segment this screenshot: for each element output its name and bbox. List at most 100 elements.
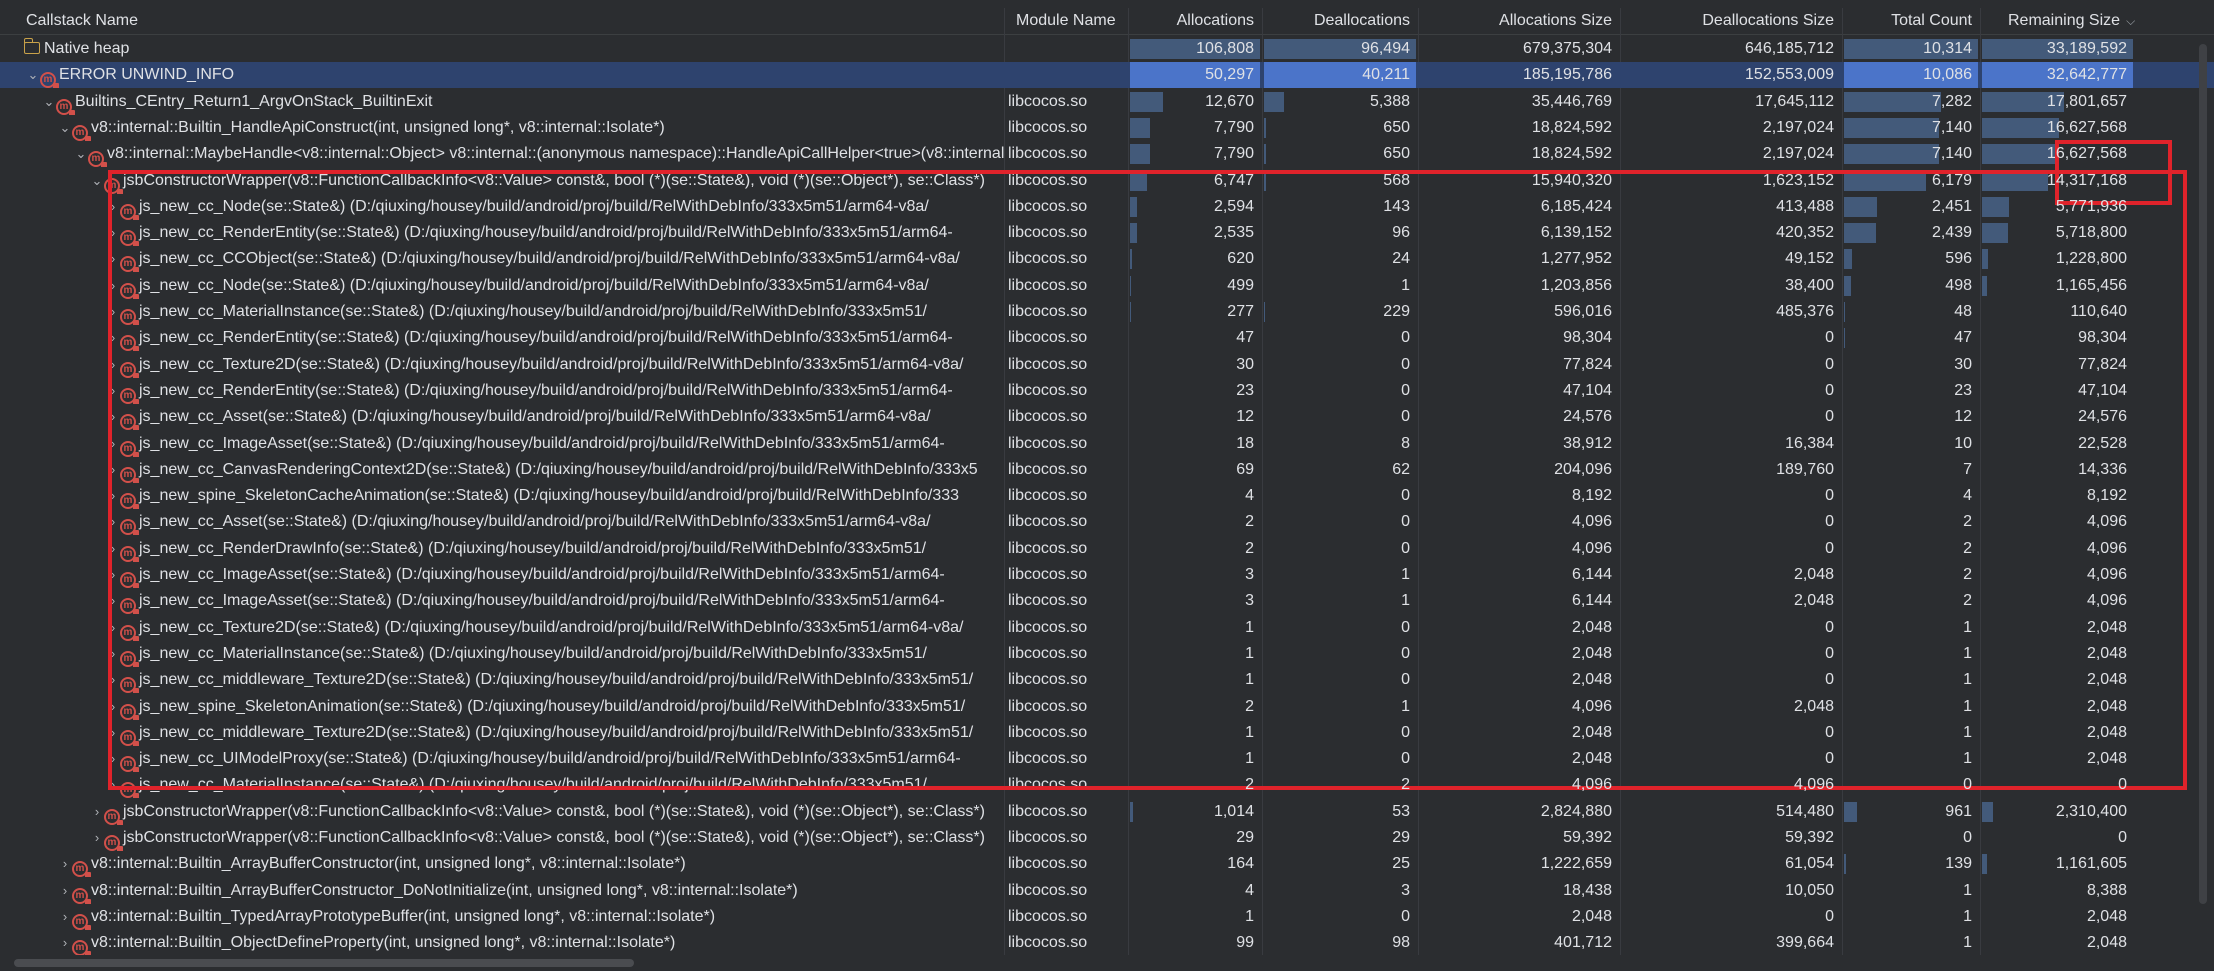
chevron-right-icon[interactable]: › <box>106 431 120 457</box>
table-row[interactable]: › m js_new_cc_Texture2D(se::State&) (D:/qi… <box>0 352 2214 378</box>
table-row[interactable]: › m js_new_spine_SkeletonAnimation(se::Sta… <box>0 694 2214 720</box>
method-icon: m <box>120 598 139 615</box>
vertical-scrollbar[interactable] <box>2196 34 2210 952</box>
chevron-down-icon[interactable]: ⌄ <box>74 141 88 167</box>
table-row[interactable]: › m js_new_cc_CCObject(se::State&) (D:/qiu… <box>0 246 2214 273</box>
deallocations-value: 5,388 <box>1369 92 1410 110</box>
chevron-right-icon[interactable]: › <box>106 273 120 299</box>
table-row[interactable]: › m v8::internal::Builtin_ArrayBufferConst… <box>0 878 2214 904</box>
deallocations-value: 0 <box>1401 408 1410 426</box>
chevron-down-icon[interactable]: ⌄ <box>42 89 56 115</box>
column-header-callstack-name[interactable]: Callstack Name <box>18 8 318 34</box>
table-row[interactable]: › m js_new_spine_SkeletonCacheAnimation(se… <box>0 483 2214 510</box>
table-row[interactable]: › m js_new_cc_RenderEntity(se::State&) (D:… <box>0 220 2214 247</box>
chevron-right-icon[interactable]: › <box>90 799 104 825</box>
table-row[interactable]: › m js_new_cc_Node(se::State&) (D:/qiuxing… <box>0 194 2214 220</box>
column-header-total-count[interactable]: Total Count <box>1842 8 1980 34</box>
table-row[interactable]: ⌄ m Builtins_CEntry_Return1_ArgvOnStack_Bu… <box>0 89 2214 115</box>
chevron-right-icon[interactable]: › <box>106 746 120 772</box>
allocations-size-value: 1,222,659 <box>1540 855 1612 873</box>
chevron-right-icon[interactable]: › <box>58 851 72 877</box>
table-row[interactable]: › m v8::internal::Builtin_TypedArrayProtot… <box>0 904 2214 930</box>
column-header-allocations[interactable]: Allocations <box>1128 8 1262 34</box>
table-row[interactable]: › m js_new_cc_UIModelProxy(se::State&) (D:… <box>0 746 2214 773</box>
chevron-right-icon[interactable]: › <box>90 825 104 851</box>
chevron-right-icon[interactable]: › <box>106 667 120 693</box>
table-row[interactable]: ⌄ m ERROR UNWIND_INFO 50,297 40,211 185,195,7… <box>0 62 2214 89</box>
remaining-size-value: 24,576 <box>2078 408 2127 426</box>
table-row[interactable]: › m js_new_cc_middleware_Texture2D(se::Sta… <box>0 667 2214 694</box>
horizontal-scrollbar[interactable] <box>0 955 2214 971</box>
chevron-right-icon[interactable]: › <box>106 404 120 430</box>
chevron-right-icon[interactable]: › <box>106 615 120 641</box>
total-count-cell: 23 <box>1842 378 1980 404</box>
table-row[interactable]: ⌄ m jsbConstructorWrapper(v8::FunctionCall… <box>0 168 2214 194</box>
chevron-down-icon[interactable]: ⌄ <box>90 168 104 194</box>
chevron-down-icon[interactable]: ⌄ <box>26 62 40 88</box>
chevron-down-icon[interactable]: ⌄ <box>58 115 72 141</box>
table-row[interactable]: › m js_new_cc_ImageAsset(se::State&) (D:/q… <box>0 562 2214 588</box>
allocations-cell: 6,747 <box>1128 168 1262 194</box>
chevron-right-icon[interactable]: › <box>106 220 120 246</box>
chevron-right-icon[interactable]: › <box>106 536 120 562</box>
remaining-size-cell: 2,048 <box>1980 667 2135 693</box>
chevron-right-icon[interactable]: › <box>58 878 72 904</box>
column-header-allocations-size[interactable]: Allocations Size <box>1418 8 1620 34</box>
callstack-name: js_new_cc_ImageAsset(se::State&) (D:/qiu… <box>139 592 945 610</box>
column-header-remaining-size[interactable]: Remaining Size ⌵ <box>1980 8 2160 34</box>
table-row[interactable]: › m js_new_cc_MaterialInstance(se::State&)… <box>0 299 2214 325</box>
chevron-right-icon[interactable]: › <box>106 641 120 667</box>
chevron-right-icon[interactable]: › <box>106 246 120 272</box>
total-count-value: 10 <box>1954 434 1972 452</box>
allocations-size-value: 2,824,880 <box>1540 802 1612 820</box>
table-row[interactable]: › m js_new_cc_Node(se::State&) (D:/qiuxing… <box>0 273 2214 299</box>
table-row[interactable]: ⌄ m v8::internal::MaybeHandle<v8::internal… <box>0 141 2214 168</box>
table-row[interactable]: › m js_new_cc_MaterialInstance(se::State&)… <box>0 641 2214 667</box>
allocations-size-cell: 1,277,952 <box>1418 246 1620 272</box>
table-row[interactable]: › m v8::internal::Builtin_ObjectDefineProp… <box>0 930 2214 957</box>
chevron-right-icon[interactable]: › <box>106 325 120 351</box>
chevron-right-icon[interactable]: › <box>106 299 120 325</box>
column-header-module-name[interactable]: Module Name <box>1008 8 1128 34</box>
table-row[interactable]: › m js_new_cc_RenderEntity(se::State&) (D:… <box>0 378 2214 404</box>
chevron-right-icon[interactable]: › <box>106 562 120 588</box>
sort-descending-icon[interactable]: ⌵ <box>2126 14 2135 28</box>
deallocations-cell: 2 <box>1262 772 1418 798</box>
table-row[interactable]: › m js_new_cc_MaterialInstance(se::State&)… <box>0 772 2214 799</box>
chevron-right-icon[interactable]: › <box>58 904 72 930</box>
chevron-right-icon[interactable]: › <box>106 694 120 720</box>
column-header-deallocations[interactable]: Deallocations <box>1262 8 1418 34</box>
chevron-right-icon[interactable]: › <box>106 457 120 483</box>
table-row[interactable]: › m js_new_cc_Asset(se::State&) (D:/qiuxin… <box>0 404 2214 431</box>
table-row[interactable]: › m js_new_cc_Asset(se::State&) (D:/qiuxin… <box>0 509 2214 536</box>
horizontal-scroll-thumb[interactable] <box>14 959 634 967</box>
deallocations-size-value: 2,197,024 <box>1762 145 1834 163</box>
total-count-value: 2 <box>1963 513 1972 531</box>
chevron-right-icon[interactable]: › <box>106 588 120 614</box>
table-row[interactable]: › m js_new_cc_ImageAsset(se::State&) (D:/q… <box>0 588 2214 615</box>
table-row[interactable]: › m js_new_cc_CanvasRenderingContext2D(se:… <box>0 457 2214 483</box>
table-row[interactable]: › m js_new_cc_Texture2D(se::State&) (D:/qi… <box>0 615 2214 641</box>
chevron-right-icon[interactable]: › <box>106 194 120 220</box>
module-name: libcocos.so <box>1008 171 1088 189</box>
table-row[interactable]: › m v8::internal::Builtin_ArrayBufferConst… <box>0 851 2214 878</box>
vertical-scroll-thumb[interactable] <box>2199 44 2207 904</box>
chevron-right-icon[interactable]: › <box>106 352 120 378</box>
chevron-right-icon[interactable]: › <box>106 483 120 509</box>
chevron-right-icon[interactable]: › <box>58 930 72 956</box>
table-row[interactable]: › m js_new_cc_ImageAsset(se::State&) (D:/q… <box>0 431 2214 457</box>
table-row[interactable]: › m jsbConstructorWrapper(v8::FunctionCall… <box>0 825 2214 851</box>
table-row[interactable]: › m js_new_cc_RenderDrawInfo(se::State&) (… <box>0 536 2214 562</box>
chevron-right-icon[interactable]: › <box>106 509 120 535</box>
column-header-deallocations-size[interactable]: Deallocations Size <box>1620 8 1842 34</box>
deallocations-bar <box>1264 117 1267 138</box>
table-row[interactable]: › m jsbConstructorWrapper(v8::FunctionCall… <box>0 799 2214 825</box>
table-row[interactable]: › m js_new_cc_middleware_Texture2D(se::Sta… <box>0 720 2214 746</box>
table-row[interactable]: Native heap 106,808 96,494 679,375,304 646,1… <box>0 36 2214 62</box>
chevron-right-icon[interactable]: › <box>106 378 120 404</box>
chevron-right-icon[interactable]: › <box>106 720 120 746</box>
table-row[interactable]: › m js_new_cc_RenderEntity(se::State&) (D:… <box>0 325 2214 352</box>
chevron-right-icon[interactable]: › <box>106 772 120 798</box>
allocations-size-cell: 6,144 <box>1418 562 1620 588</box>
table-row[interactable]: ⌄ m v8::internal::Builtin_HandleApiConstru… <box>0 115 2214 141</box>
